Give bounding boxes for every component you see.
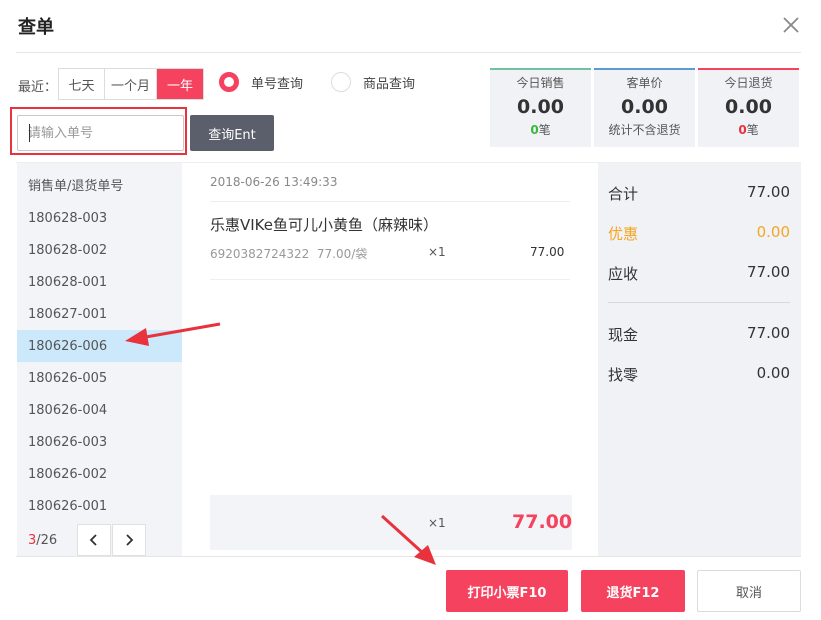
- pager-total: /26: [36, 533, 58, 548]
- order-number-input[interactable]: [17, 115, 184, 151]
- close-icon[interactable]: [780, 14, 802, 36]
- radio-unchecked-icon: [331, 72, 351, 92]
- product-code-price: 6920382724322 77.00/袋: [210, 247, 368, 261]
- order-list-item[interactable]: 180626-004: [17, 394, 182, 426]
- order-list-header: 销售单/退货单号: [28, 179, 124, 194]
- order-list-item[interactable]: 180626-001: [17, 490, 182, 522]
- radio-product-query[interactable]: 商品查询: [331, 72, 415, 92]
- order-list-item[interactable]: 180626-005: [17, 362, 182, 394]
- summary-total-row: 合计 77.00: [608, 183, 790, 203]
- summary-cash-row: 现金 77.00: [608, 324, 790, 344]
- stat-count: 0笔: [738, 123, 759, 137]
- summary-panel: [598, 163, 801, 556]
- text-cursor: [29, 124, 30, 142]
- order-list-item[interactable]: 180628-003: [17, 202, 182, 234]
- summary-divider: [608, 302, 790, 303]
- next-page-button[interactable]: [112, 524, 146, 556]
- product-qty: ×1: [428, 245, 446, 259]
- prev-page-button[interactable]: [77, 524, 111, 556]
- stat-label: 今日退货: [724, 76, 773, 90]
- summary-change-row: 找零 0.00: [608, 364, 790, 384]
- radio-checked-icon: [219, 72, 239, 92]
- stat-today-sales: 今日销售 0.00 0笔: [490, 68, 591, 147]
- radio-product-label: 商品查询: [363, 76, 416, 92]
- stat-value: 0.00: [621, 96, 668, 118]
- header-divider: [16, 52, 801, 53]
- product-amount: 77.00: [530, 245, 565, 259]
- order-list-item[interactable]: 180626-002: [17, 458, 182, 490]
- detail-divider: [210, 279, 570, 280]
- range-seven-days-button[interactable]: 七天: [59, 69, 105, 99]
- order-list-item[interactable]: 180627-001: [17, 298, 182, 330]
- dialog-title: 查单: [18, 17, 54, 38]
- stat-avg-order: 客单价 0.00 统计不含退货: [594, 68, 695, 147]
- stat-value: 0.00: [517, 96, 564, 118]
- footer-qty: ×1: [428, 516, 446, 530]
- radio-order-query[interactable]: 单号查询: [219, 72, 303, 92]
- cancel-button[interactable]: 取消: [697, 570, 801, 612]
- query-button[interactable]: 查询Ent: [190, 115, 274, 151]
- refund-button[interactable]: 退货F12: [581, 570, 685, 612]
- chevron-left-icon: [89, 534, 97, 546]
- order-list-item[interactable]: 180628-002: [17, 234, 182, 266]
- order-list-item[interactable]: 180628-001: [17, 266, 182, 298]
- footer-total: 77.00: [512, 511, 573, 533]
- date-range-group: 七天 一个月 一年: [58, 68, 204, 100]
- order-list-item-selected[interactable]: 180626-006: [17, 330, 182, 362]
- order-list-item[interactable]: 180626-003: [17, 426, 182, 458]
- stat-label: 今日销售: [516, 76, 565, 90]
- range-one-year-button[interactable]: 一年: [157, 69, 203, 99]
- stat-label: 客单价: [626, 76, 663, 90]
- stat-count: 0笔: [530, 123, 551, 137]
- stat-today-refund: 今日退货 0.00 0笔: [698, 68, 799, 147]
- footer-divider: [16, 556, 801, 557]
- product-name: 乐惠VIKe鱼可儿小黄鱼（麻辣味）: [210, 216, 439, 234]
- summary-discount-row: 优惠 0.00: [608, 223, 790, 243]
- stat-value: 0.00: [725, 96, 772, 118]
- stat-note: 统计不含退货: [608, 123, 681, 137]
- range-one-month-button[interactable]: 一个月: [105, 69, 157, 99]
- order-time: 2018-06-26 13:49:33: [210, 175, 338, 189]
- print-receipt-button[interactable]: 打印小票F10: [446, 570, 568, 612]
- detail-divider: [210, 201, 570, 202]
- summary-receivable-row: 应收 77.00: [608, 263, 790, 283]
- pager-indicator: 3/26: [28, 533, 57, 548]
- chevron-right-icon: [126, 534, 134, 546]
- radio-order-label: 单号查询: [251, 76, 304, 92]
- recent-label: 最近：: [18, 80, 58, 95]
